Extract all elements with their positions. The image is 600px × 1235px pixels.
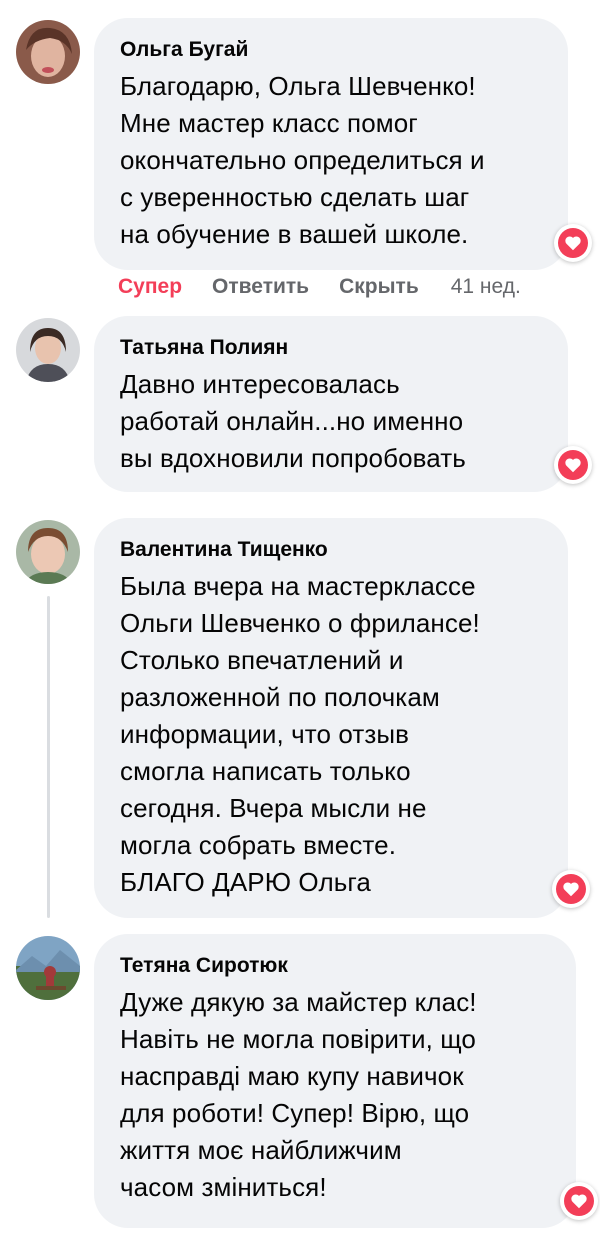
heart-icon (564, 1186, 594, 1216)
comment-text: Дуже дякую за майстер клас! Навіть не мо… (120, 987, 477, 1202)
comment-bubble: Ольга Бугай Благодарю, Ольга Шевченко! М… (94, 18, 568, 270)
comment-bubble: Валентина Тищенко Была вчера на мастеркл… (94, 518, 568, 918)
reply-button[interactable]: Ответить (212, 275, 309, 299)
heart-icon (558, 450, 588, 480)
reaction-badge[interactable] (554, 446, 592, 484)
comment-author[interactable]: Ольга Бугай (120, 36, 542, 64)
comment-text: Давно интересовалась работай онлайн...но… (120, 369, 466, 473)
like-button[interactable]: Супер (118, 275, 182, 299)
comment-bubble: Татьяна Полиян Давно интересовалась рабо… (94, 316, 568, 492)
avatar[interactable] (16, 318, 80, 382)
comment-author[interactable]: Тетяна Сиротюк (120, 952, 550, 980)
heart-icon (558, 228, 588, 258)
avatar[interactable] (16, 520, 80, 584)
comment-author[interactable]: Татьяна Полиян (120, 334, 542, 362)
avatar[interactable] (16, 20, 80, 84)
comment-text: Благодарю, Ольга Шевченко! Мне мастер кл… (120, 71, 485, 249)
comment-timestamp[interactable]: 41 нед. (451, 275, 521, 299)
comment-bubble: Тетяна Сиротюк Дуже дякую за майстер кла… (94, 934, 576, 1228)
reply-thread-line (47, 596, 50, 918)
avatar[interactable] (16, 936, 80, 1000)
reaction-badge[interactable] (552, 870, 590, 908)
comment-text: Была вчера на мастерклассе Ольги Шевченк… (120, 571, 480, 897)
heart-icon (556, 874, 586, 904)
comment-author[interactable]: Валентина Тищенко (120, 536, 542, 564)
comment-actions: Супер Ответить Скрыть 41 нед. (118, 275, 521, 299)
comment-thread: Ольга Бугай Благодарю, Ольга Шевченко! М… (0, 0, 600, 1235)
reaction-badge[interactable] (554, 224, 592, 262)
hide-button[interactable]: Скрыть (339, 275, 419, 299)
reaction-badge[interactable] (560, 1182, 598, 1220)
